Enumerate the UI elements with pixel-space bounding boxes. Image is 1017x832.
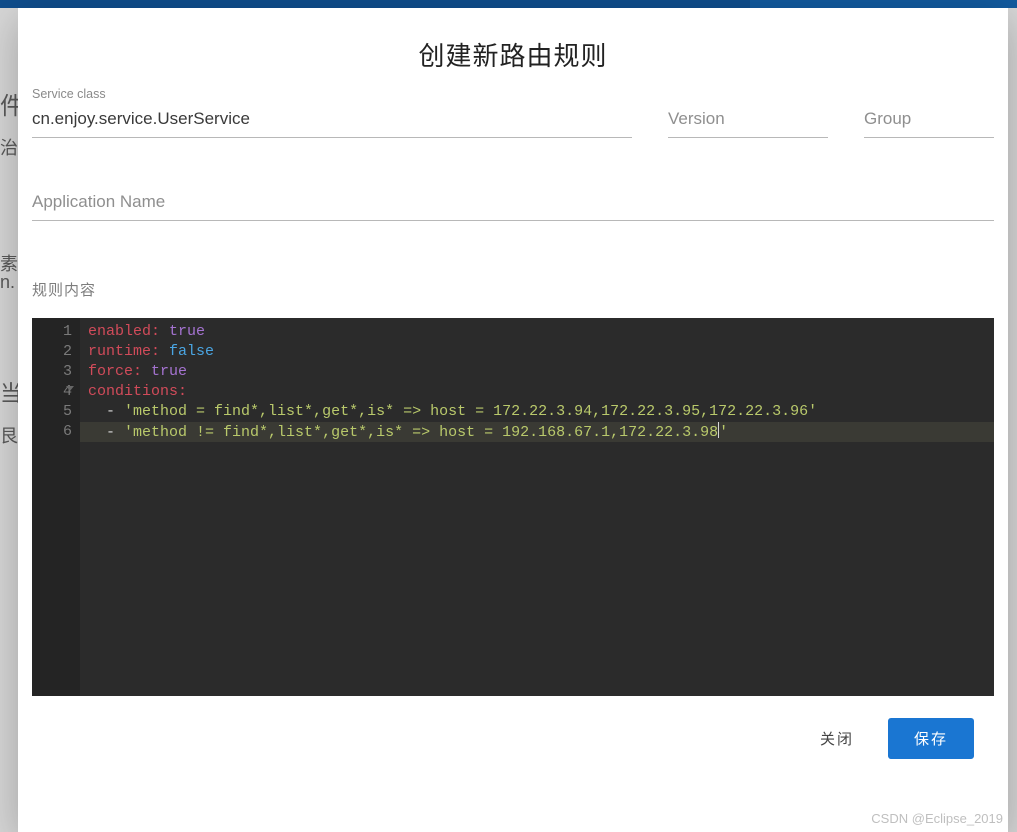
version-input[interactable]	[668, 103, 828, 138]
rule-content-label: 规则内容	[32, 279, 994, 300]
dialog-title: 创建新路由规则	[18, 8, 1008, 103]
editor-gutter: 123456	[32, 318, 80, 696]
save-button[interactable]: 保存	[888, 718, 974, 759]
group-input[interactable]	[864, 103, 994, 138]
create-route-rule-dialog: 创建新路由规则 Service class 规则内容 123456 enable…	[18, 8, 1008, 832]
application-name-input[interactable]	[32, 186, 994, 221]
service-class-field: Service class	[32, 103, 632, 138]
rule-content-editor[interactable]: 123456 enabled: trueruntime: falseforce:…	[32, 318, 994, 696]
close-button[interactable]: 关闭	[816, 722, 858, 755]
editor-code[interactable]: enabled: trueruntime: falseforce: trueco…	[80, 318, 994, 696]
background-page-peek: 件 治 素 n. 当 艮	[0, 0, 18, 832]
service-class-input[interactable]	[32, 103, 632, 138]
